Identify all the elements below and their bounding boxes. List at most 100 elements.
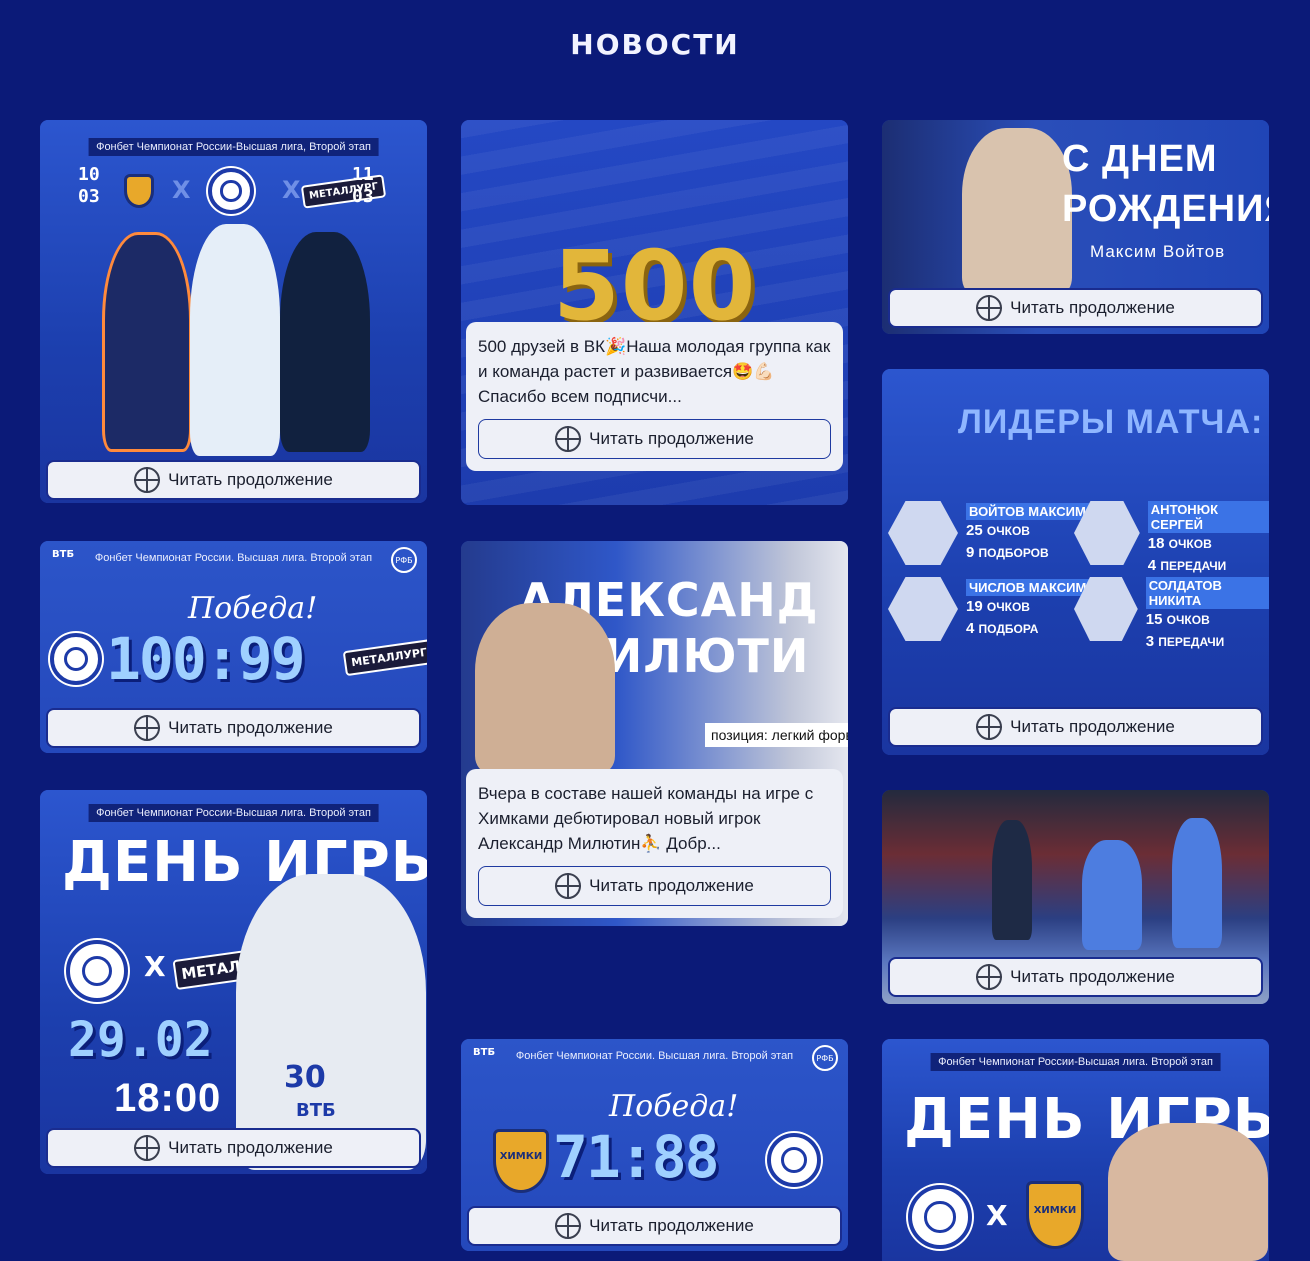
read-more-button[interactable]: Читать продолжение	[478, 419, 831, 459]
dinamo-logo-icon	[767, 1133, 821, 1187]
news-card-match-leaders[interactable]: ЛИДЕРЫ МАТЧА: ВОЙТОВ МАКСИМ 25 ОЧКОВ 9 П…	[882, 369, 1269, 755]
game-time: 18:00	[114, 1076, 222, 1120]
rfb-logo: РФБ	[391, 547, 417, 573]
player-avatar	[1074, 501, 1140, 565]
vtb-logo: ВТБ	[52, 549, 75, 560]
leader-stat: 3 ПЕРЕДАЧИ	[1145, 633, 1225, 650]
league-banner: Фонбет Чемпионат России-Высшая лига, Вто…	[88, 138, 379, 156]
player-image	[475, 603, 615, 773]
leader-card: АНТОНЮК СЕРГЕЙ 18 ОЧКОВ 4 ПЕРЕДАЧИ	[1074, 501, 1269, 577]
read-more-button[interactable]: Читать продолжение	[46, 460, 421, 500]
basketball-icon	[555, 873, 582, 899]
leader-card: ВОЙТОВ МАКСИМ 25 ОЧКОВ 9 ПОДБОРОВ	[888, 501, 1089, 565]
player-avatar	[888, 501, 958, 565]
vs-mark: X	[986, 1199, 1009, 1232]
news-card-birthday[interactable]: С ДНЕМ РОЖДЕНИЯ Максим Войтов Читать про…	[882, 120, 1269, 334]
khimki-logo-icon	[124, 174, 154, 208]
leader-stat: 18 ОЧКОВ	[1147, 535, 1212, 552]
player-image	[1108, 1123, 1268, 1261]
read-more-label: Читать продолжение	[168, 718, 333, 737]
news-card-victory[interactable]: ВТБ Фонбет Чемпионат России. Высшая лига…	[461, 1039, 848, 1251]
leader-stat: 4 ПЕРЕДАЧИ	[1147, 557, 1227, 574]
birthday-headline: С ДНЕМ РОЖДЕНИЯ	[1062, 138, 1269, 230]
leaders-title: ЛИДЕРЫ МАТЧА:	[958, 403, 1264, 441]
news-card-500-friends[interactable]: 500 500 друзей в ВК🎉Наша молодая группа …	[461, 120, 848, 505]
game-date: 29.02	[68, 1012, 213, 1068]
score: 100:99	[106, 625, 306, 693]
birthday-name: Максим Войтов	[1090, 242, 1226, 261]
news-card-game-day[interactable]: Фонбет Чемпионат России-Высшая лига. Вто…	[40, 790, 427, 1174]
player-image	[236, 874, 426, 1170]
basketball-icon	[976, 964, 1003, 990]
read-more-label: Читать продолжение	[589, 429, 754, 448]
player-image	[962, 128, 1072, 294]
vs-mark: X	[282, 176, 302, 204]
leader-name: СОЛДАТОВ НИКИТА	[1145, 577, 1269, 609]
khimki-logo-label: ХИМКИ	[499, 1151, 543, 1162]
league-banner: Фонбет Чемпионат России. Высшая лига. Вт…	[515, 1050, 794, 1062]
read-more-label: Читать продолжение	[1010, 298, 1175, 317]
vs-mark: X	[172, 176, 192, 204]
player-image	[1172, 818, 1222, 948]
leader-name: АНТОНЮК СЕРГЕЙ	[1147, 501, 1269, 533]
dinamo-logo-icon	[208, 168, 254, 214]
league-banner: Фонбет Чемпионат России. Высшая лига. Вт…	[94, 552, 373, 564]
position-label: позиция: легкий форва	[705, 723, 848, 747]
basketball-icon	[134, 715, 161, 741]
read-more-button[interactable]: Читать продолжение	[888, 288, 1263, 328]
news-card-match-announcement[interactable]: Фонбет Чемпионат России-Высшая лига, Вто…	[40, 120, 427, 503]
read-more-label: Читать продолжение	[589, 876, 754, 895]
victory-script: Победа!	[188, 591, 318, 626]
read-more-button[interactable]: Читать продолжение	[888, 707, 1263, 747]
page-title: НОВОСТИ	[570, 28, 740, 61]
read-more-label: Читать продолжение	[168, 1138, 333, 1157]
date-right: 11 03	[352, 164, 374, 207]
khimki-logo-label: ХИМКИ	[1033, 1205, 1077, 1216]
news-excerpt: 500 друзей в ВК🎉Наша молодая группа как …	[478, 337, 831, 406]
basketball-icon	[555, 1213, 582, 1239]
leader-stat: 4 ПОДБОРА	[966, 620, 1039, 637]
score: 71:88	[553, 1123, 720, 1191]
news-card-game-day[interactable]: Фонбет Чемпионат России-Высшая лига. Вто…	[882, 1039, 1269, 1261]
basketball-icon	[134, 1135, 161, 1161]
read-more-button[interactable]: Читать продолжение	[467, 1206, 842, 1246]
player-image	[280, 232, 370, 452]
basketball-icon	[134, 467, 161, 493]
excerpt-panel: Вчера в составе нашей команды на игре с …	[466, 769, 843, 918]
read-more-button[interactable]: Читать продолжение	[46, 1128, 421, 1168]
news-card-victory[interactable]: ВТБ Фонбет Чемпионат России. Высшая лига…	[40, 541, 427, 753]
player-avatar	[1074, 577, 1138, 641]
player-jersey-number: 30	[284, 1060, 326, 1095]
leader-card: СОЛДАТОВ НИКИТА 15 ОЧКОВ 3 ПЕРЕДАЧИ	[1074, 577, 1269, 653]
read-more-label: Читать продолжение	[168, 470, 333, 489]
vs-mark: X	[144, 950, 167, 983]
dinamo-logo-icon	[66, 940, 128, 1002]
leader-stat: 19 ОЧКОВ	[966, 598, 1030, 615]
sponsor-label: ВТБ	[296, 1100, 336, 1121]
basketball-icon	[976, 714, 1003, 740]
leader-name: ЧИСЛОВ МАКСИМ	[966, 579, 1090, 596]
player-image	[190, 224, 280, 456]
read-more-button[interactable]: Читать продолжение	[46, 708, 421, 748]
basketball-icon	[976, 295, 1003, 321]
player-avatar	[888, 577, 958, 641]
read-more-label: Читать продолжение	[1010, 967, 1175, 986]
read-more-button[interactable]: Читать продолжение	[888, 957, 1263, 997]
player-image	[102, 232, 192, 452]
leader-name: ВОЙТОВ МАКСИМ	[966, 503, 1089, 520]
read-more-button[interactable]: Читать продолжение	[478, 866, 831, 906]
rfb-logo: РФБ	[812, 1045, 838, 1071]
leader-stat: 25 ОЧКОВ	[966, 522, 1030, 539]
date-left: 10 03	[78, 164, 100, 207]
victory-script: Победа!	[609, 1089, 739, 1124]
news-card-game-photo[interactable]: Читать продолжение	[882, 790, 1269, 1004]
league-banner: Фонбет Чемпионат России-Высшая лига. Вто…	[88, 804, 379, 822]
news-card-new-player[interactable]: АЛЕКСАНД МИЛЮТИ позиция: легкий форва Вч…	[461, 541, 848, 926]
read-more-label: Читать продолжение	[1010, 717, 1175, 736]
leader-stat: 9 ПОДБОРОВ	[966, 544, 1049, 561]
leader-card: ЧИСЛОВ МАКСИМ 19 ОЧКОВ 4 ПОДБОРА	[888, 577, 1090, 641]
dinamo-logo-icon	[50, 633, 102, 685]
excerpt-panel: 500 друзей в ВК🎉Наша молодая группа как …	[466, 322, 843, 471]
news-excerpt: Вчера в составе нашей команды на игре с …	[478, 784, 814, 853]
leader-stat: 15 ОЧКОВ	[1145, 611, 1210, 628]
